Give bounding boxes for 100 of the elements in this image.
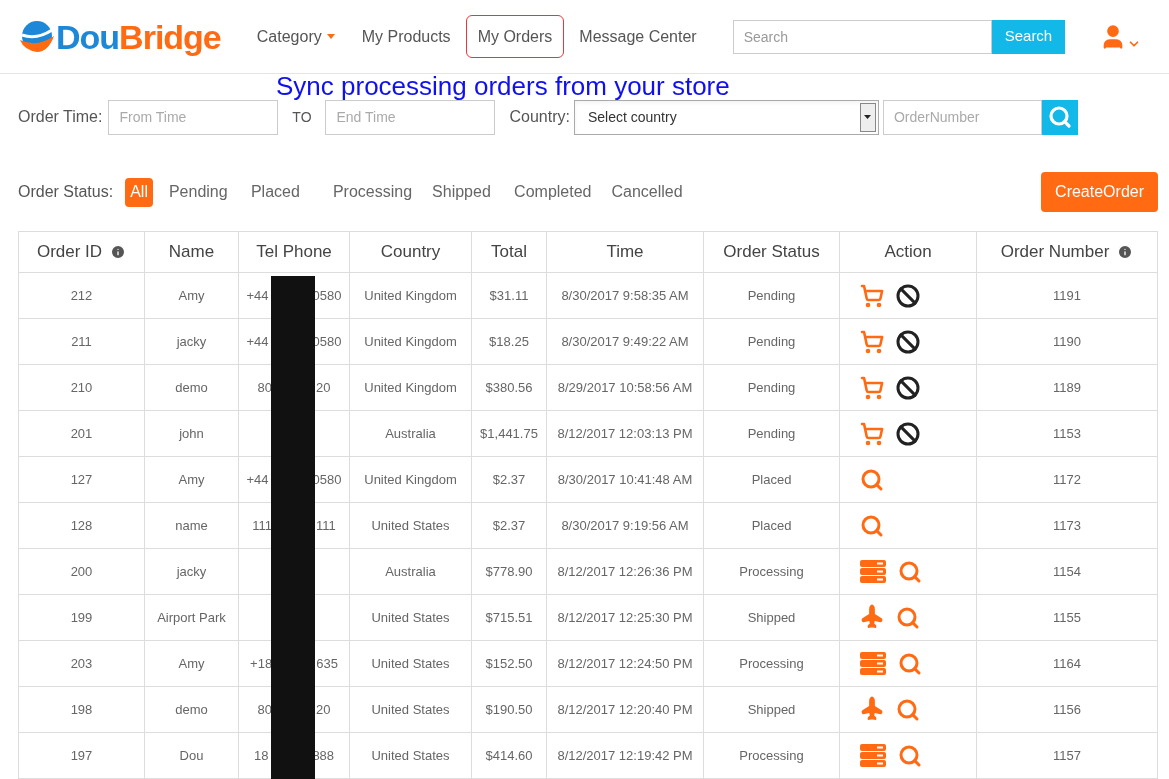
- table-cell: Processing: [703, 640, 840, 687]
- logo[interactable]: DouBridge: [18, 17, 221, 56]
- table-cell: 203: [18, 640, 145, 687]
- table-cell: 199: [18, 594, 145, 641]
- table-cell: 1164: [976, 640, 1158, 687]
- search-icon[interactable]: [860, 513, 884, 538]
- cart-icon[interactable]: [860, 329, 884, 354]
- list-icon[interactable]: [860, 743, 886, 768]
- table-cell: 201: [18, 410, 145, 457]
- phone-text: 20: [316, 700, 331, 719]
- table-cell: $1,441.75: [471, 410, 547, 457]
- search-field[interactable]: Search: [732, 19, 992, 54]
- nav-link[interactable]: My Orders: [465, 15, 565, 58]
- status-tab[interactable]: Pending: [164, 177, 235, 207]
- cart-icon[interactable]: [860, 283, 884, 308]
- cancel-icon[interactable]: [896, 375, 920, 400]
- list-icon[interactable]: [860, 651, 886, 676]
- table-cell: $18.25: [471, 318, 547, 365]
- cancel-icon[interactable]: [896, 421, 920, 446]
- search-icon[interactable]: [898, 651, 922, 676]
- status-tab[interactable]: Completed: [510, 177, 596, 207]
- cancel-icon[interactable]: [896, 283, 920, 308]
- status-tab[interactable]: Placed: [246, 177, 317, 207]
- country-select[interactable]: Select country: [573, 99, 879, 135]
- from-time-field[interactable]: From Time: [108, 99, 279, 135]
- column-header: Time: [546, 231, 704, 273]
- table-cell: $152.50: [471, 640, 547, 687]
- table-cell: 8/30/2017 9:58:35 AM: [546, 272, 704, 319]
- table-cell: Pending: [703, 410, 840, 457]
- search-icon[interactable]: [896, 697, 920, 722]
- phone-text: +44: [246, 470, 269, 489]
- cart-icon[interactable]: [860, 421, 884, 446]
- column-header: Country: [349, 231, 472, 273]
- phone-text: 635: [316, 654, 338, 673]
- table-cell: 1153: [976, 410, 1158, 457]
- table-cell: United States: [349, 732, 472, 779]
- column-header: Total: [471, 231, 547, 273]
- search-icon[interactable]: [896, 605, 920, 630]
- search-icon[interactable]: [860, 467, 884, 492]
- end-time-field[interactable]: End Time: [325, 99, 496, 135]
- table-cell: Shipped: [703, 594, 840, 641]
- nav-link[interactable]: Category: [244, 15, 347, 58]
- dropdown-arrow-icon: [864, 115, 872, 119]
- table-cell: Placed: [703, 502, 840, 549]
- cancel-icon[interactable]: [896, 329, 920, 354]
- column-header: Order Number: [976, 231, 1158, 273]
- table-cell: Airport Park: [144, 594, 239, 641]
- cart-icon[interactable]: [860, 375, 884, 400]
- table-cell: $190.50: [471, 686, 547, 733]
- table-cell: demo: [144, 686, 239, 733]
- to-label: TO: [291, 107, 313, 127]
- list-icon[interactable]: [860, 559, 886, 584]
- table-cell: United Kingdom: [349, 318, 472, 365]
- table-cell: 1155: [976, 594, 1158, 641]
- status-tab[interactable]: Shipped: [428, 177, 499, 207]
- table-cell: United Kingdom: [349, 456, 472, 503]
- status-tab[interactable]: Processing: [328, 177, 417, 207]
- table-cell: $2.37: [471, 502, 547, 549]
- search-button[interactable]: [1041, 99, 1078, 135]
- table-cell: demo: [144, 364, 239, 411]
- logo-text: Dou: [56, 17, 120, 56]
- nav-link[interactable]: Message Center: [567, 15, 709, 58]
- table-cell: 8/12/2017 12:20:40 PM: [546, 686, 704, 733]
- table-cell: 1191: [976, 272, 1158, 319]
- table-cell: name: [144, 502, 239, 549]
- order-number-field[interactable]: OrderNumber: [882, 99, 1042, 135]
- table-cell: 8/12/2017 12:03:13 PM: [546, 410, 704, 457]
- table-cell: United Kingdom: [349, 272, 472, 319]
- table-cell: 128: [18, 502, 145, 549]
- field-label: Country:: [509, 107, 570, 127]
- table-cell: Australia: [349, 410, 472, 457]
- table-cell: 8/30/2017 9:49:22 AM: [546, 318, 704, 365]
- table-cell: jacky: [144, 548, 239, 595]
- table-cell: 1157: [976, 732, 1158, 779]
- logo-text: Bridge: [119, 17, 221, 56]
- table-cell: Processing: [703, 732, 840, 779]
- table-cell: john: [144, 410, 239, 457]
- nav-link[interactable]: My Products: [349, 15, 463, 58]
- table-cell: Amy: [144, 640, 239, 687]
- table-cell: 197: [18, 732, 145, 779]
- table-cell: 1154: [976, 548, 1158, 595]
- table-cell: $31.11: [471, 272, 547, 319]
- table-cell: $414.60: [471, 732, 547, 779]
- table-cell: Australia: [349, 548, 472, 595]
- table-cell: 212: [18, 272, 145, 319]
- search-icon[interactable]: [898, 743, 922, 768]
- table-cell: $778.90: [471, 548, 547, 595]
- status-tab[interactable]: Cancelled: [607, 177, 687, 207]
- table-cell: United States: [349, 686, 472, 733]
- column-header: Order Status: [703, 231, 840, 273]
- column-header: Action: [839, 231, 977, 273]
- table-cell: $380.56: [471, 364, 547, 411]
- table-cell: 8/12/2017 12:19:42 PM: [546, 732, 704, 779]
- table-cell: 210: [18, 364, 145, 411]
- search-icon[interactable]: [898, 559, 922, 584]
- search-icon: [1047, 105, 1072, 129]
- table-cell: 1190: [976, 318, 1158, 365]
- table-cell: 8/30/2017 9:19:56 AM: [546, 502, 704, 549]
- table-cell: 8/12/2017 12:25:30 PM: [546, 594, 704, 641]
- table-cell: $2.37: [471, 456, 547, 503]
